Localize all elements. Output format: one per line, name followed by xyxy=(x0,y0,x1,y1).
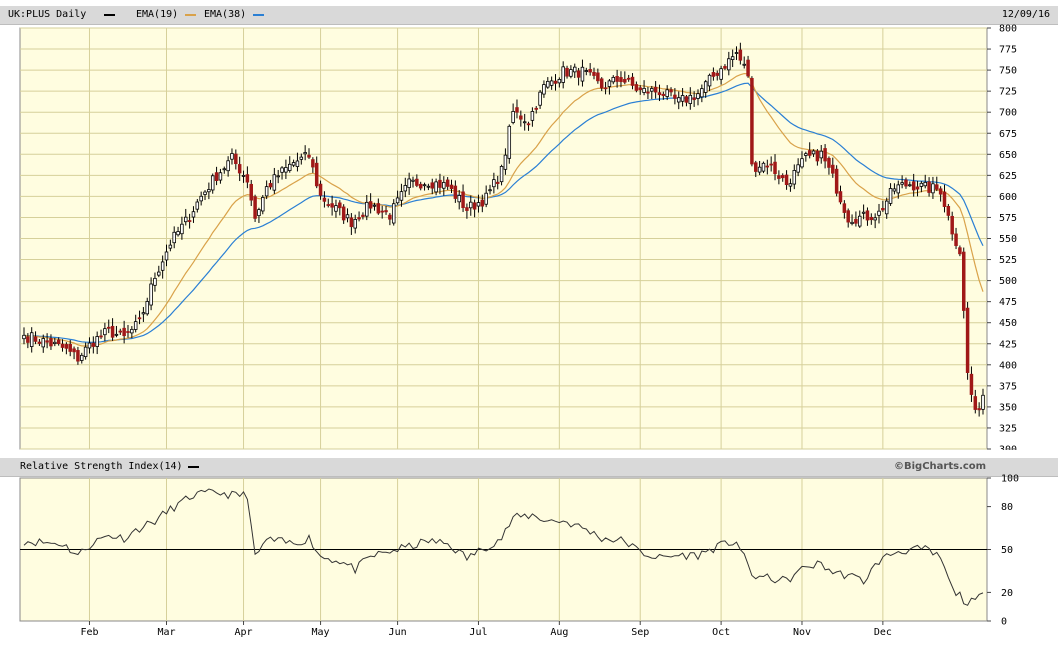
candle xyxy=(961,247,966,319)
rsi-y-tick-label: 20 xyxy=(1001,588,1013,599)
rsi-label: Relative Strength Index(14) xyxy=(20,461,183,472)
rsi-line xyxy=(23,488,984,606)
rsi-y-tick-label: 80 xyxy=(1001,502,1013,513)
month-tick-label: Mar xyxy=(157,627,175,638)
price-y-tick-label: 525 xyxy=(999,255,1017,266)
watermark: ©BigCharts.com xyxy=(894,461,987,472)
price-y-tick-label: 375 xyxy=(999,381,1017,392)
price-y-tick-label: 625 xyxy=(999,171,1017,182)
price-y-tick-label: 750 xyxy=(999,66,1017,77)
price-y-tick-label: 450 xyxy=(999,318,1017,329)
rsi-y-tick-label: 0 xyxy=(1001,617,1007,628)
rsi-y-axis: 0205080100 xyxy=(987,474,1019,628)
month-tick-label: Apr xyxy=(234,627,252,638)
month-tick-label: Feb xyxy=(80,627,98,638)
rsi-swatch xyxy=(188,466,199,468)
price-chart: 300 325 350 375 400 425 450 475 500 525 550 575 600 6… xyxy=(19,24,1017,451)
price-y-tick-label: 650 xyxy=(999,150,1017,161)
candle xyxy=(750,76,754,167)
month-tick-label: Jun xyxy=(389,627,407,638)
price-y-tick-label: 400 xyxy=(999,360,1017,371)
candle xyxy=(507,124,512,164)
price-y-tick-label: 775 xyxy=(999,45,1017,56)
month-tick-label: Jul xyxy=(469,627,487,638)
price-y-tick-label: 425 xyxy=(999,339,1017,350)
candle xyxy=(834,165,839,197)
price-y-tick-label: 600 xyxy=(999,192,1017,203)
price-y-tick-label: 800 xyxy=(999,24,1017,35)
price-y-tick-label: 350 xyxy=(999,402,1017,413)
month-tick-label: May xyxy=(312,627,330,638)
rsi-plot-area xyxy=(19,477,988,622)
price-y-tick-label: 475 xyxy=(999,297,1017,308)
month-axis: Feb Mar Apr May Jun Jul Aug Sep Oct Nov Dec xyxy=(80,621,892,638)
price-y-tick-label: 325 xyxy=(999,423,1017,434)
rsi-grid xyxy=(88,478,884,621)
month-tick-label: Oct xyxy=(712,627,730,638)
candle xyxy=(253,194,257,222)
price-grid xyxy=(20,27,987,450)
price-y-tick-label: 675 xyxy=(999,129,1017,140)
month-tick-label: Dec xyxy=(874,627,892,638)
month-tick-label: Nov xyxy=(793,627,811,638)
price-y-tick-label: 550 xyxy=(999,234,1017,245)
month-tick-label: Aug xyxy=(550,627,568,638)
candle xyxy=(965,302,970,380)
price-y-tick-label: 700 xyxy=(999,108,1017,119)
rsi-y-tick-label: 50 xyxy=(1001,545,1013,556)
price-y-tick-label: 725 xyxy=(999,87,1017,98)
price-y-axis: 300 325 350 375 400 425 450 475 500 525 550 575 600 6… xyxy=(987,24,1017,451)
price-y-tick-label: 300 xyxy=(999,445,1017,451)
price-y-tick-label: 500 xyxy=(999,276,1017,287)
price-y-tick-label: 575 xyxy=(999,213,1017,224)
rsi-legend-bar: Relative Strength Index(14) ©BigCharts.c… xyxy=(0,458,1058,477)
month-tick-label: Sep xyxy=(631,627,649,638)
candle xyxy=(761,161,766,174)
